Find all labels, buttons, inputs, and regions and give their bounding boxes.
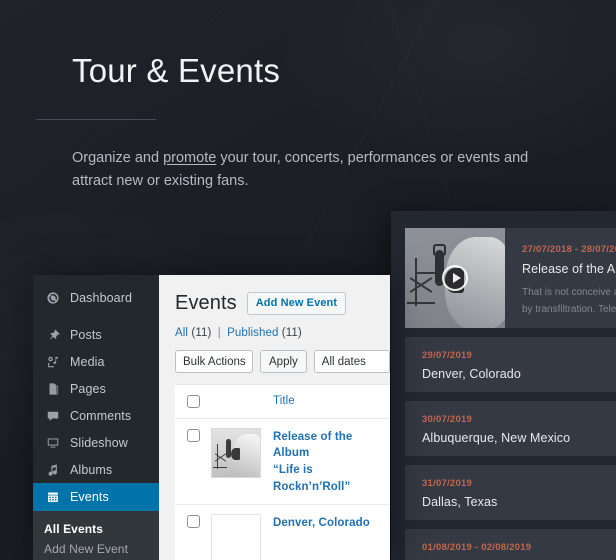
event-card[interactable]: 29/07/2019 Denver, Colorado <box>405 337 616 392</box>
play-icon[interactable] <box>442 265 468 291</box>
monitor-icon <box>44 434 61 451</box>
event-card[interactable]: 01/08/2019 - 02/08/2019 <box>405 529 616 560</box>
hero-subtitle-before: Organize and <box>72 149 164 166</box>
sidebar-item-label: Albums <box>70 462 113 477</box>
sidebar-item-label: Dashboard <box>70 290 133 305</box>
admin-content-area: Events Add New Event All (11) | Publishe… <box>159 275 390 560</box>
hero-divider <box>36 118 156 120</box>
events-submenu: All Events Add New Event Categories <box>33 511 159 560</box>
calendar-icon <box>44 489 61 506</box>
content-header: Events Add New Event <box>175 292 390 315</box>
table-row[interactable]: Release of the Album “Life is Rockn’n’Ro… <box>175 419 390 506</box>
row-title-line-2: “Life is Rockn’n’Roll” <box>273 464 351 493</box>
table-header-row: Title <box>175 385 390 419</box>
event-date: 30/07/2019 <box>422 414 473 425</box>
status-filter-links: All (11) | Published (11) <box>175 327 390 339</box>
thumbnail-placeholder <box>211 514 261 560</box>
event-description-line-1: That is not conceive and <box>522 287 616 298</box>
wordpress-admin-window: Dashboard Posts Media Pages Comments Sli… <box>33 275 390 560</box>
pin-icon <box>44 326 61 343</box>
row-thumbnail <box>211 514 273 560</box>
sidebar-item-label: Slideshow <box>70 435 128 450</box>
singer-microphone-photo <box>405 228 505 328</box>
sidebar-item-events[interactable]: Events <box>33 483 159 511</box>
filter-toolbar: Bulk Actions ▼ Apply All dates <box>175 350 390 373</box>
event-date: 27/07/2018 - 28/07/2018 <box>522 244 616 255</box>
dashboard-icon <box>44 289 61 306</box>
row-checkbox[interactable] <box>175 514 211 529</box>
row-title-line-1: Release of the Album <box>273 430 353 460</box>
event-date: 29/07/2019 <box>422 350 473 361</box>
event-card[interactable]: 30/07/2019 Albuquerque, New Mexico <box>405 401 616 456</box>
promote-link[interactable]: promote <box>163 150 216 166</box>
event-title: Release of the Album <box>522 262 616 276</box>
all-dates-select[interactable]: All dates <box>313 350 390 373</box>
events-page-title: Events <box>175 292 237 314</box>
row-title-line-1: Denver, Colorado <box>273 517 370 530</box>
sidebar-item-pages[interactable]: Pages <box>33 375 159 402</box>
sidebar-item-dashboard[interactable]: Dashboard <box>33 284 159 311</box>
sidebar-item-slideshow[interactable]: Slideshow <box>33 429 159 456</box>
sidebar-item-label: Events <box>70 490 109 504</box>
title-column-header[interactable]: Title <box>273 392 295 410</box>
sidebar-item-posts[interactable]: Posts <box>33 321 159 348</box>
row-checkbox[interactable] <box>175 428 211 442</box>
event-title: Dallas, Texas <box>422 495 498 509</box>
event-date: 31/07/2019 <box>422 478 473 489</box>
submenu-item-all-events[interactable]: All Events <box>33 519 159 539</box>
event-title: Albuquerque, New Mexico <box>422 431 571 445</box>
row-thumbnail <box>211 427 273 478</box>
featured-event-body: 27/07/2018 - 28/07/2018 Release of the A… <box>505 228 616 328</box>
row-title[interactable]: Denver, Colorado <box>273 514 370 532</box>
filter-all-link[interactable]: All <box>175 327 188 339</box>
filter-published-link[interactable]: Published <box>227 327 278 339</box>
sidebar-item-comments[interactable]: Comments <box>33 402 159 429</box>
table-row[interactable]: Denver, Colorado <box>175 505 390 560</box>
apply-button[interactable]: Apply <box>260 350 307 373</box>
singer-microphone-thumbnail <box>211 427 261 478</box>
filter-all-count: (11) <box>191 327 212 339</box>
event-card[interactable]: 31/07/2019 Dallas, Texas <box>405 465 616 520</box>
row-title[interactable]: Release of the Album “Life is Rockn’n’Ro… <box>273 428 390 496</box>
sidebar-item-albums[interactable]: Albums <box>33 456 159 483</box>
bulk-actions-label: Bulk Actions <box>183 355 246 368</box>
add-new-event-button[interactable]: Add New Event <box>246 292 347 315</box>
sidebar-item-media[interactable]: Media <box>33 348 159 375</box>
sidebar-item-label: Posts <box>70 327 102 342</box>
sidebar-item-label: Comments <box>70 408 132 423</box>
pages-icon <box>44 380 61 397</box>
event-description-line-2: by transfiltration. Tele it i <box>522 303 616 315</box>
all-dates-label: All dates <box>321 355 366 368</box>
submenu-item-add-new-event[interactable]: Add New Event <box>33 539 159 559</box>
events-list-widget: 27/07/2018 - 28/07/2018 Release of the A… <box>391 211 616 560</box>
page-title: Tour & Events <box>72 52 281 89</box>
events-table: Title Release of the Album “Life is Rock… <box>175 384 390 560</box>
sidebar-item-label: Pages <box>70 381 106 396</box>
media-icon <box>44 353 61 370</box>
hero-section: Tour & Events Organize and promote your … <box>36 52 552 194</box>
event-date: 01/08/2019 - 02/08/2019 <box>422 542 532 553</box>
sidebar-item-label: Media <box>70 354 105 369</box>
select-all-checkbox[interactable] <box>175 394 211 408</box>
event-description: That is not conceive and by transfiltrat… <box>522 285 616 318</box>
comment-icon <box>44 407 61 424</box>
admin-sidebar: Dashboard Posts Media Pages Comments Sli… <box>33 275 159 560</box>
event-title: Denver, Colorado <box>422 367 521 381</box>
bulk-actions-select[interactable]: Bulk Actions ▼ <box>175 350 270 373</box>
hero-subtitle: Organize and promote your tour, concerts… <box>72 147 552 194</box>
music-note-icon <box>44 461 61 478</box>
filter-published-count: (11) <box>281 327 302 339</box>
featured-event-card[interactable]: 27/07/2018 - 28/07/2018 Release of the A… <box>405 228 616 328</box>
filter-separator: | <box>217 327 221 339</box>
